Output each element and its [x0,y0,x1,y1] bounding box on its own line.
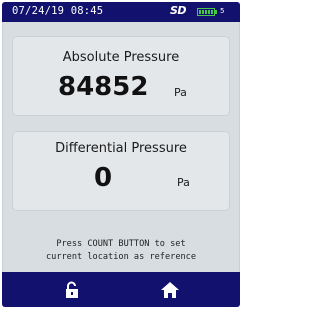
status-bar: 07/24/19 08:45 SD 5 [2,2,240,22]
absolute-pressure-value: 84852 [58,72,149,102]
unlock-button[interactable] [32,272,112,307]
differential-pressure-panel: Differential Pressure 0 Pa [12,131,230,211]
differential-pressure-value: 0 [94,163,113,193]
battery-icon [197,8,215,16]
absolute-pressure-panel: Absolute Pressure 84852 Pa [12,36,230,116]
device-screen: 07/24/19 08:45 SD 5 Absolute Pressure 84… [2,2,240,307]
differential-pressure-unit: Pa [177,176,190,189]
absolute-pressure-title: Absolute Pressure [62,50,180,65]
instruction-line-2: current location as reference [45,252,197,262]
instruction-line-1: Press COUNT BUTTON to set [56,239,186,249]
softkey-bar [2,272,240,307]
differential-pressure-title: Differential Pressure [55,141,187,156]
battery-cap [215,10,217,14]
home-button[interactable] [130,272,210,307]
absolute-pressure-unit: Pa [174,86,187,99]
home-icon [161,281,179,298]
sd-card-icon: SD [170,4,187,17]
datetime: 07/24/19 08:45 [12,5,104,17]
instruction-message: Press COUNT BUTTON to set current locati… [2,238,240,264]
unlock-icon [66,281,78,298]
battery-level: 5 [220,7,225,15]
